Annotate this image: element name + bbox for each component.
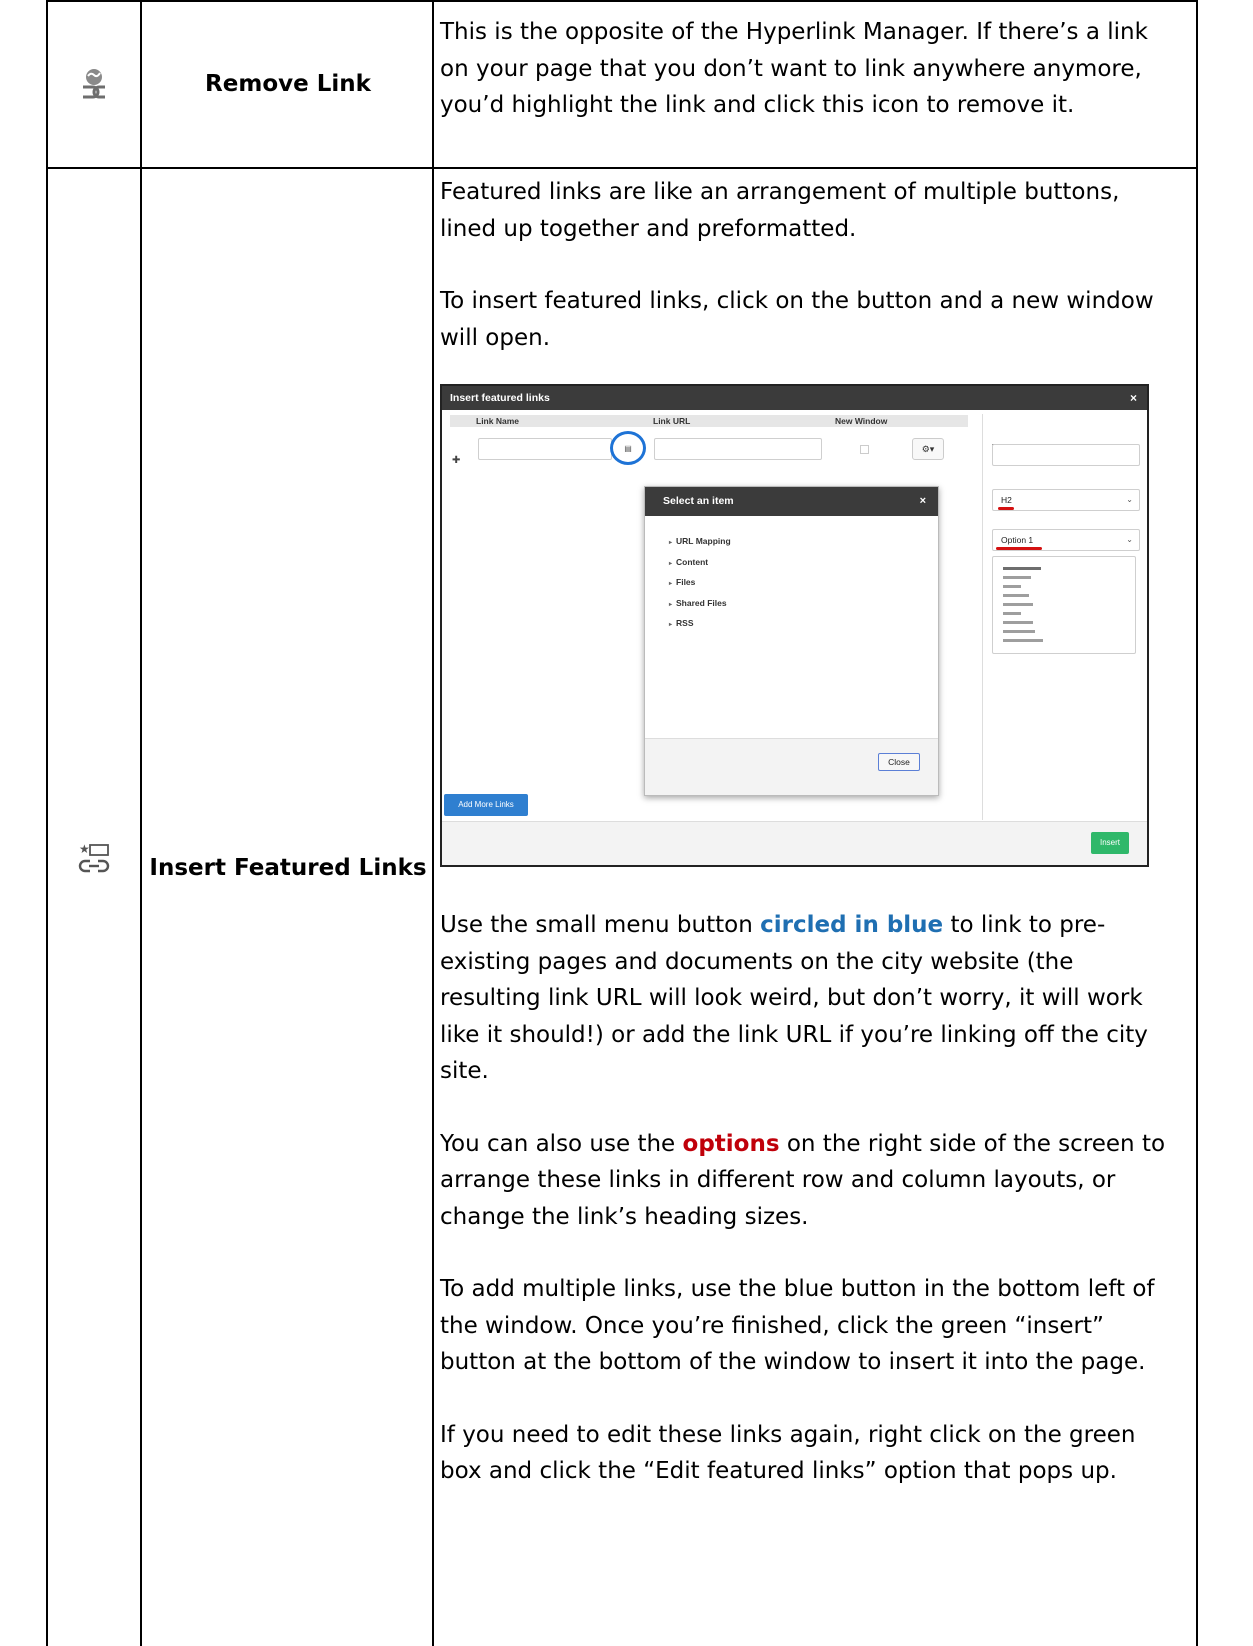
preview-bar (1003, 612, 1021, 615)
insert-featured-links-icon: ★ (46, 828, 142, 888)
close-icon[interactable]: × (920, 487, 926, 516)
expand-icon: ▸ (669, 540, 673, 546)
window-footer: Insert (442, 821, 1147, 865)
chevron-down-icon: ⌄ (1126, 495, 1133, 504)
window-title: Insert featured links × (442, 386, 1147, 410)
blue-highlight-circle (610, 431, 646, 465)
preview-bar (1003, 630, 1035, 633)
item-tree: ▸ URL Mapping ▸ Content ▸ Files ▸ Shared Fil… (645, 516, 938, 635)
modal-title: Select an item × (645, 487, 938, 516)
description-paragraph: Use the small menu button circled in blu… (440, 912, 1148, 1084)
table-row-remove-link: Remove Link This is the opposite of the … (46, 0, 1198, 168)
add-row-icon[interactable]: ✚ (452, 443, 460, 480)
remove-link-icon (46, 0, 142, 168)
expand-icon: ▸ (669, 560, 673, 567)
new-window-checkbox[interactable] (860, 445, 869, 454)
table-border (140, 0, 142, 1646)
description-paragraph: To add multiple links, use the blue butt… (440, 1276, 1155, 1375)
add-more-links-button[interactable]: Add More Links (444, 794, 528, 816)
expand-icon: ▸ (669, 601, 673, 608)
preview-bar (1003, 576, 1031, 579)
red-underline-mark (998, 507, 1014, 510)
description-paragraph: This is the opposite of the Hyperlink Ma… (440, 19, 1148, 118)
expand-icon: ▸ (669, 622, 673, 628)
red-underline-mark (996, 547, 1042, 550)
row-name-insert-featured-links: Insert Featured Links (149, 855, 427, 881)
column-header-row: Link Name Link URL New Window (450, 415, 968, 427)
tree-item-content[interactable]: ▸ Content (669, 553, 938, 574)
panel-divider (982, 414, 983, 820)
link-name-input[interactable] (478, 438, 612, 460)
preview-bar (1003, 603, 1033, 606)
row-name-remove-link: Remove Link (205, 71, 371, 97)
preview-bar (1003, 621, 1033, 624)
table-border (46, 0, 1198, 2)
embedded-screenshot: Insert featured links × Link Name Link U… (440, 384, 1149, 867)
close-button[interactable]: Close (878, 753, 920, 771)
tree-item-rss[interactable]: ▸ RSS (669, 614, 938, 635)
table-border (432, 0, 434, 1646)
description-paragraph: To insert featured links, click on the b… (440, 288, 1154, 351)
svg-text:★: ★ (79, 842, 90, 856)
chevron-down-icon: ⌄ (1126, 535, 1133, 544)
preview-bar (1003, 594, 1029, 597)
column-header-new-window: New Window (835, 416, 888, 426)
highlight-red-text: options (682, 1130, 780, 1157)
preview-bar (1003, 585, 1021, 588)
preview-bar (1003, 567, 1041, 570)
expand-icon: ▸ (669, 581, 673, 587)
layout-preview (992, 556, 1136, 654)
description-paragraph: Featured links are like an arrangement o… (440, 179, 1120, 242)
description-paragraph: If you need to edit these links again, r… (440, 1421, 1136, 1485)
table-row-insert-featured-links: ★ Insert Featured Links Featured links a… (46, 168, 1198, 1646)
column-header-link-url: Link URL (653, 416, 691, 426)
table-border (46, 0, 48, 1646)
tree-item-url-mapping[interactable]: ▸ URL Mapping (669, 532, 938, 553)
modal-footer: Close (645, 738, 938, 795)
preview-bar (1003, 639, 1043, 642)
title-level-select[interactable]: H2 ⌄ (992, 489, 1140, 511)
highlight-blue-text: circled in blue (760, 912, 944, 938)
select-item-modal: Select an item × ▸ URL Mapping ▸ Content ▸… (644, 486, 939, 796)
table-border (46, 167, 1198, 169)
description-paragraph: You can also use the options on the righ… (440, 1130, 1166, 1230)
tree-item-shared-files[interactable]: ▸ Shared Files (669, 594, 938, 615)
gear-icon[interactable]: ⚙▾ (912, 438, 944, 460)
close-icon[interactable]: × (1130, 386, 1137, 410)
table-border (1196, 0, 1198, 1646)
row-description-remove-link: This is the opposite of the Hyperlink Ma… (436, 0, 1196, 124)
feature-table: Remove Link This is the opposite of the … (46, 0, 1198, 1646)
title-input[interactable] (992, 444, 1140, 466)
tree-item-files[interactable]: ▸ Files (669, 573, 938, 594)
insert-button[interactable]: Insert (1091, 832, 1129, 854)
column-header-link-name: Link Name (476, 416, 519, 426)
row-description-insert-featured-links: Featured links are like an arrangement o… (436, 168, 1196, 1526)
link-url-input[interactable] (654, 438, 822, 460)
